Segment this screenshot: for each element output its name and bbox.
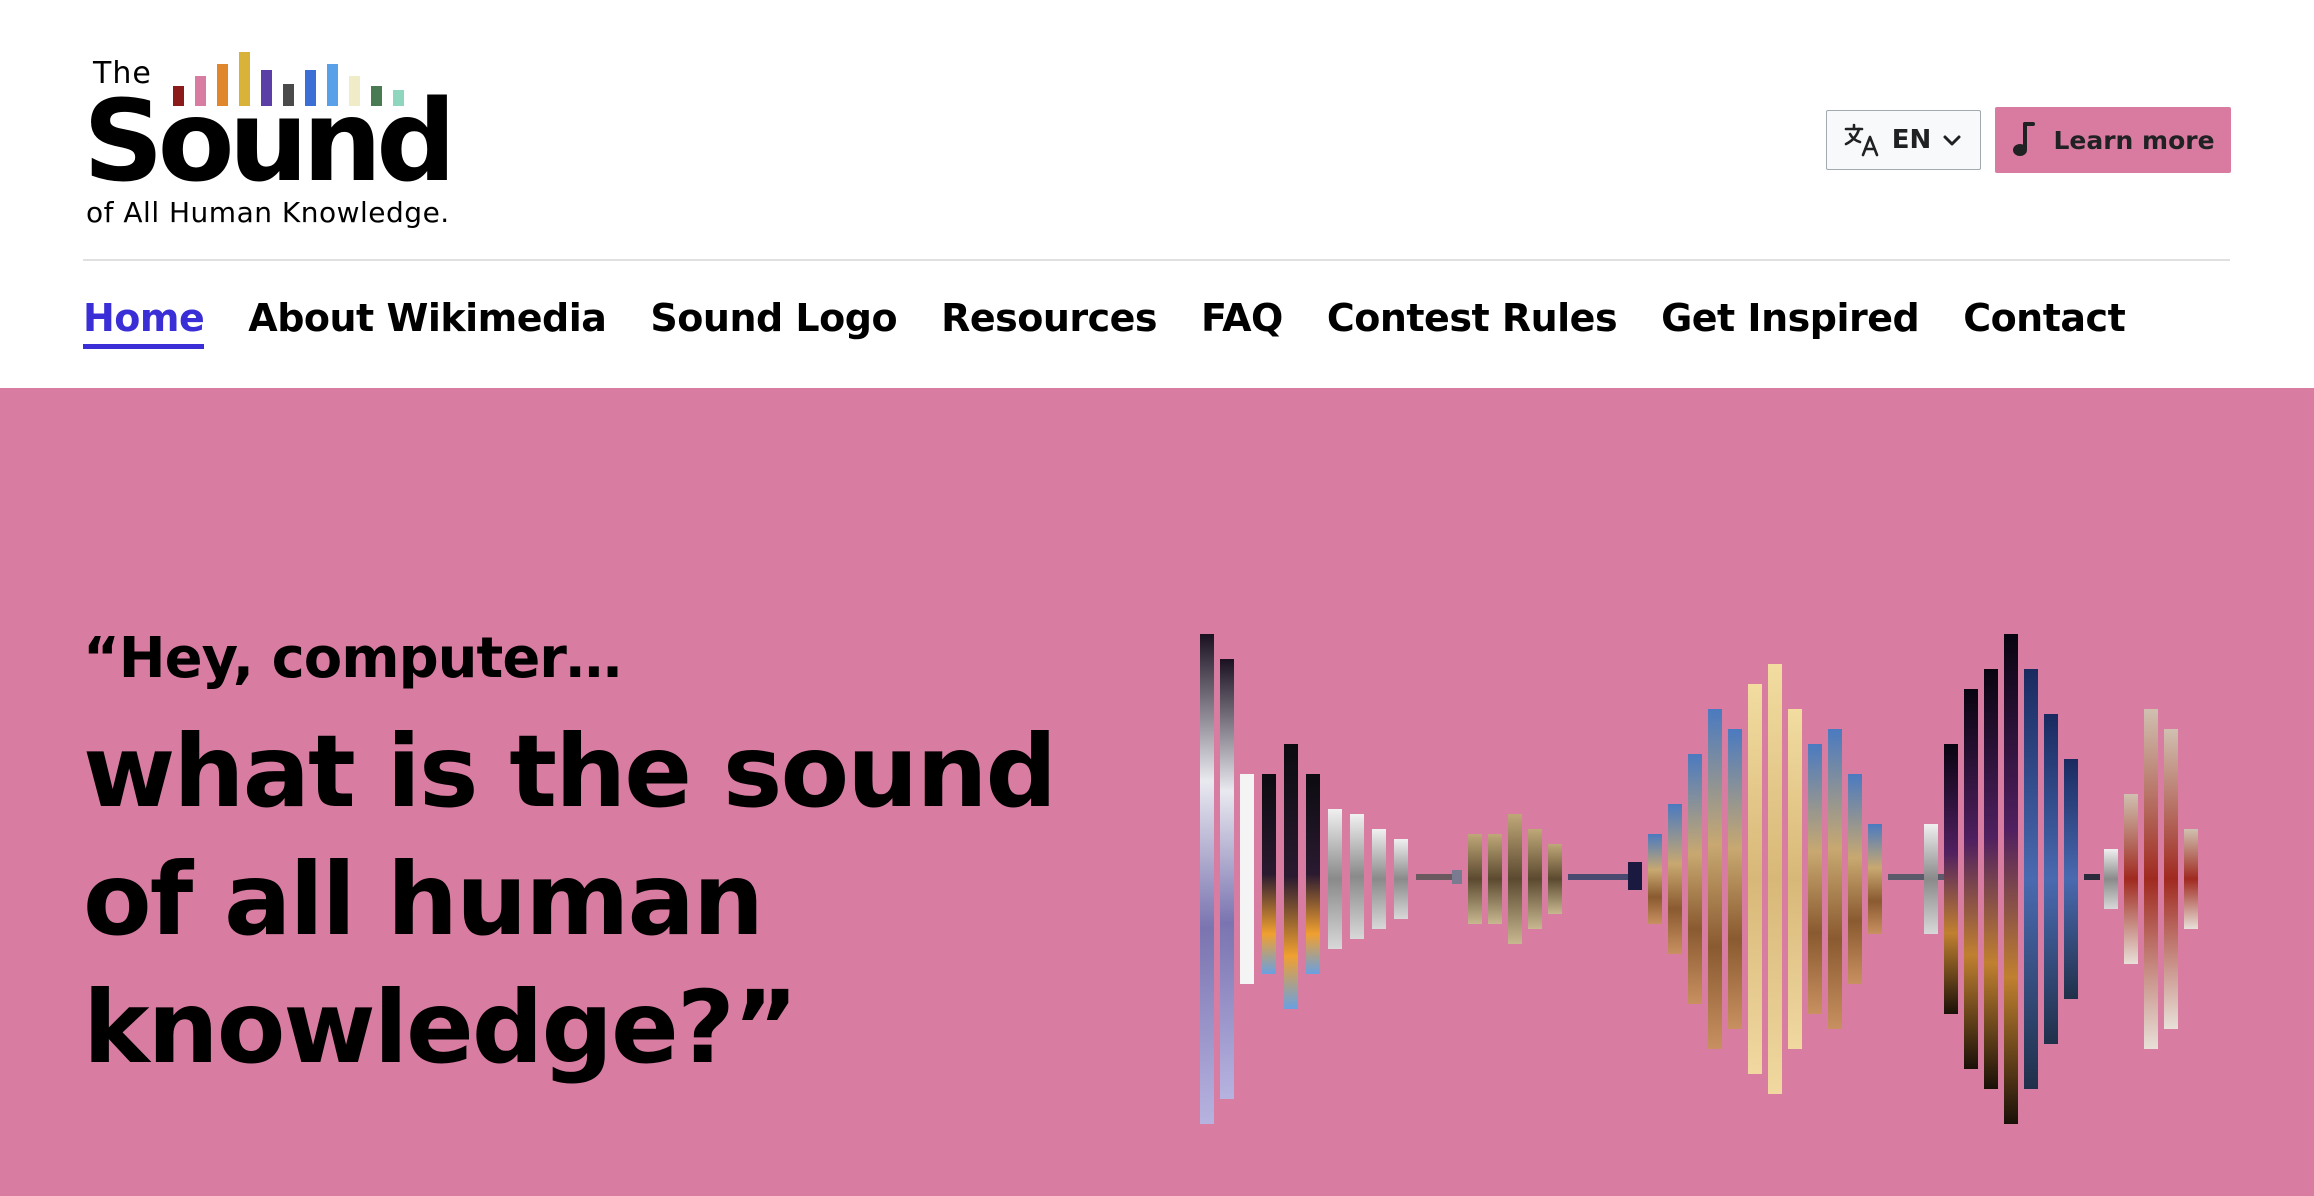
music-note-icon — [2013, 122, 2036, 156]
header-divider — [83, 259, 2230, 261]
chevron-down-icon — [1943, 135, 1961, 146]
learn-more-label: Learn more — [2053, 125, 2215, 155]
translate-icon — [1844, 123, 1879, 157]
learn-more-button[interactable]: Learn more — [1995, 107, 2231, 173]
nav-item-sound-logo[interactable]: Sound Logo — [650, 296, 897, 344]
nav-item-home[interactable]: Home — [83, 296, 205, 349]
site-logo[interactable]: The Sound of All Human Knowledge. — [83, 46, 483, 236]
nav-item-contest-rules[interactable]: Contest Rules — [1327, 296, 1618, 344]
nav-item-about-wikimedia[interactable]: About Wikimedia — [248, 296, 607, 344]
logo-tagline: of All Human Knowledge. — [86, 196, 450, 229]
image-waveform — [1200, 634, 2198, 1124]
nav-item-get-inspired[interactable]: Get Inspired — [1661, 296, 1920, 344]
hero-headline: what is the sound of all human knowledge… — [83, 713, 1057, 1086]
logo-wordmark: Sound — [83, 77, 456, 207]
language-selector[interactable]: EN — [1826, 110, 1981, 170]
hero-section: “Hey, computer… what is the sound of all… — [0, 388, 2314, 1196]
hero-lead: “Hey, computer… — [83, 626, 622, 691]
main-nav: Home About Wikimedia Sound Logo Resource… — [83, 296, 2169, 356]
language-code: EN — [1891, 125, 1932, 155]
site-header: The Sound of All Human Knowledge. EN Lea… — [0, 0, 2314, 388]
nav-item-resources[interactable]: Resources — [941, 296, 1157, 344]
nav-item-contact[interactable]: Contact — [1963, 296, 2126, 344]
nav-item-faq[interactable]: FAQ — [1201, 296, 1283, 344]
